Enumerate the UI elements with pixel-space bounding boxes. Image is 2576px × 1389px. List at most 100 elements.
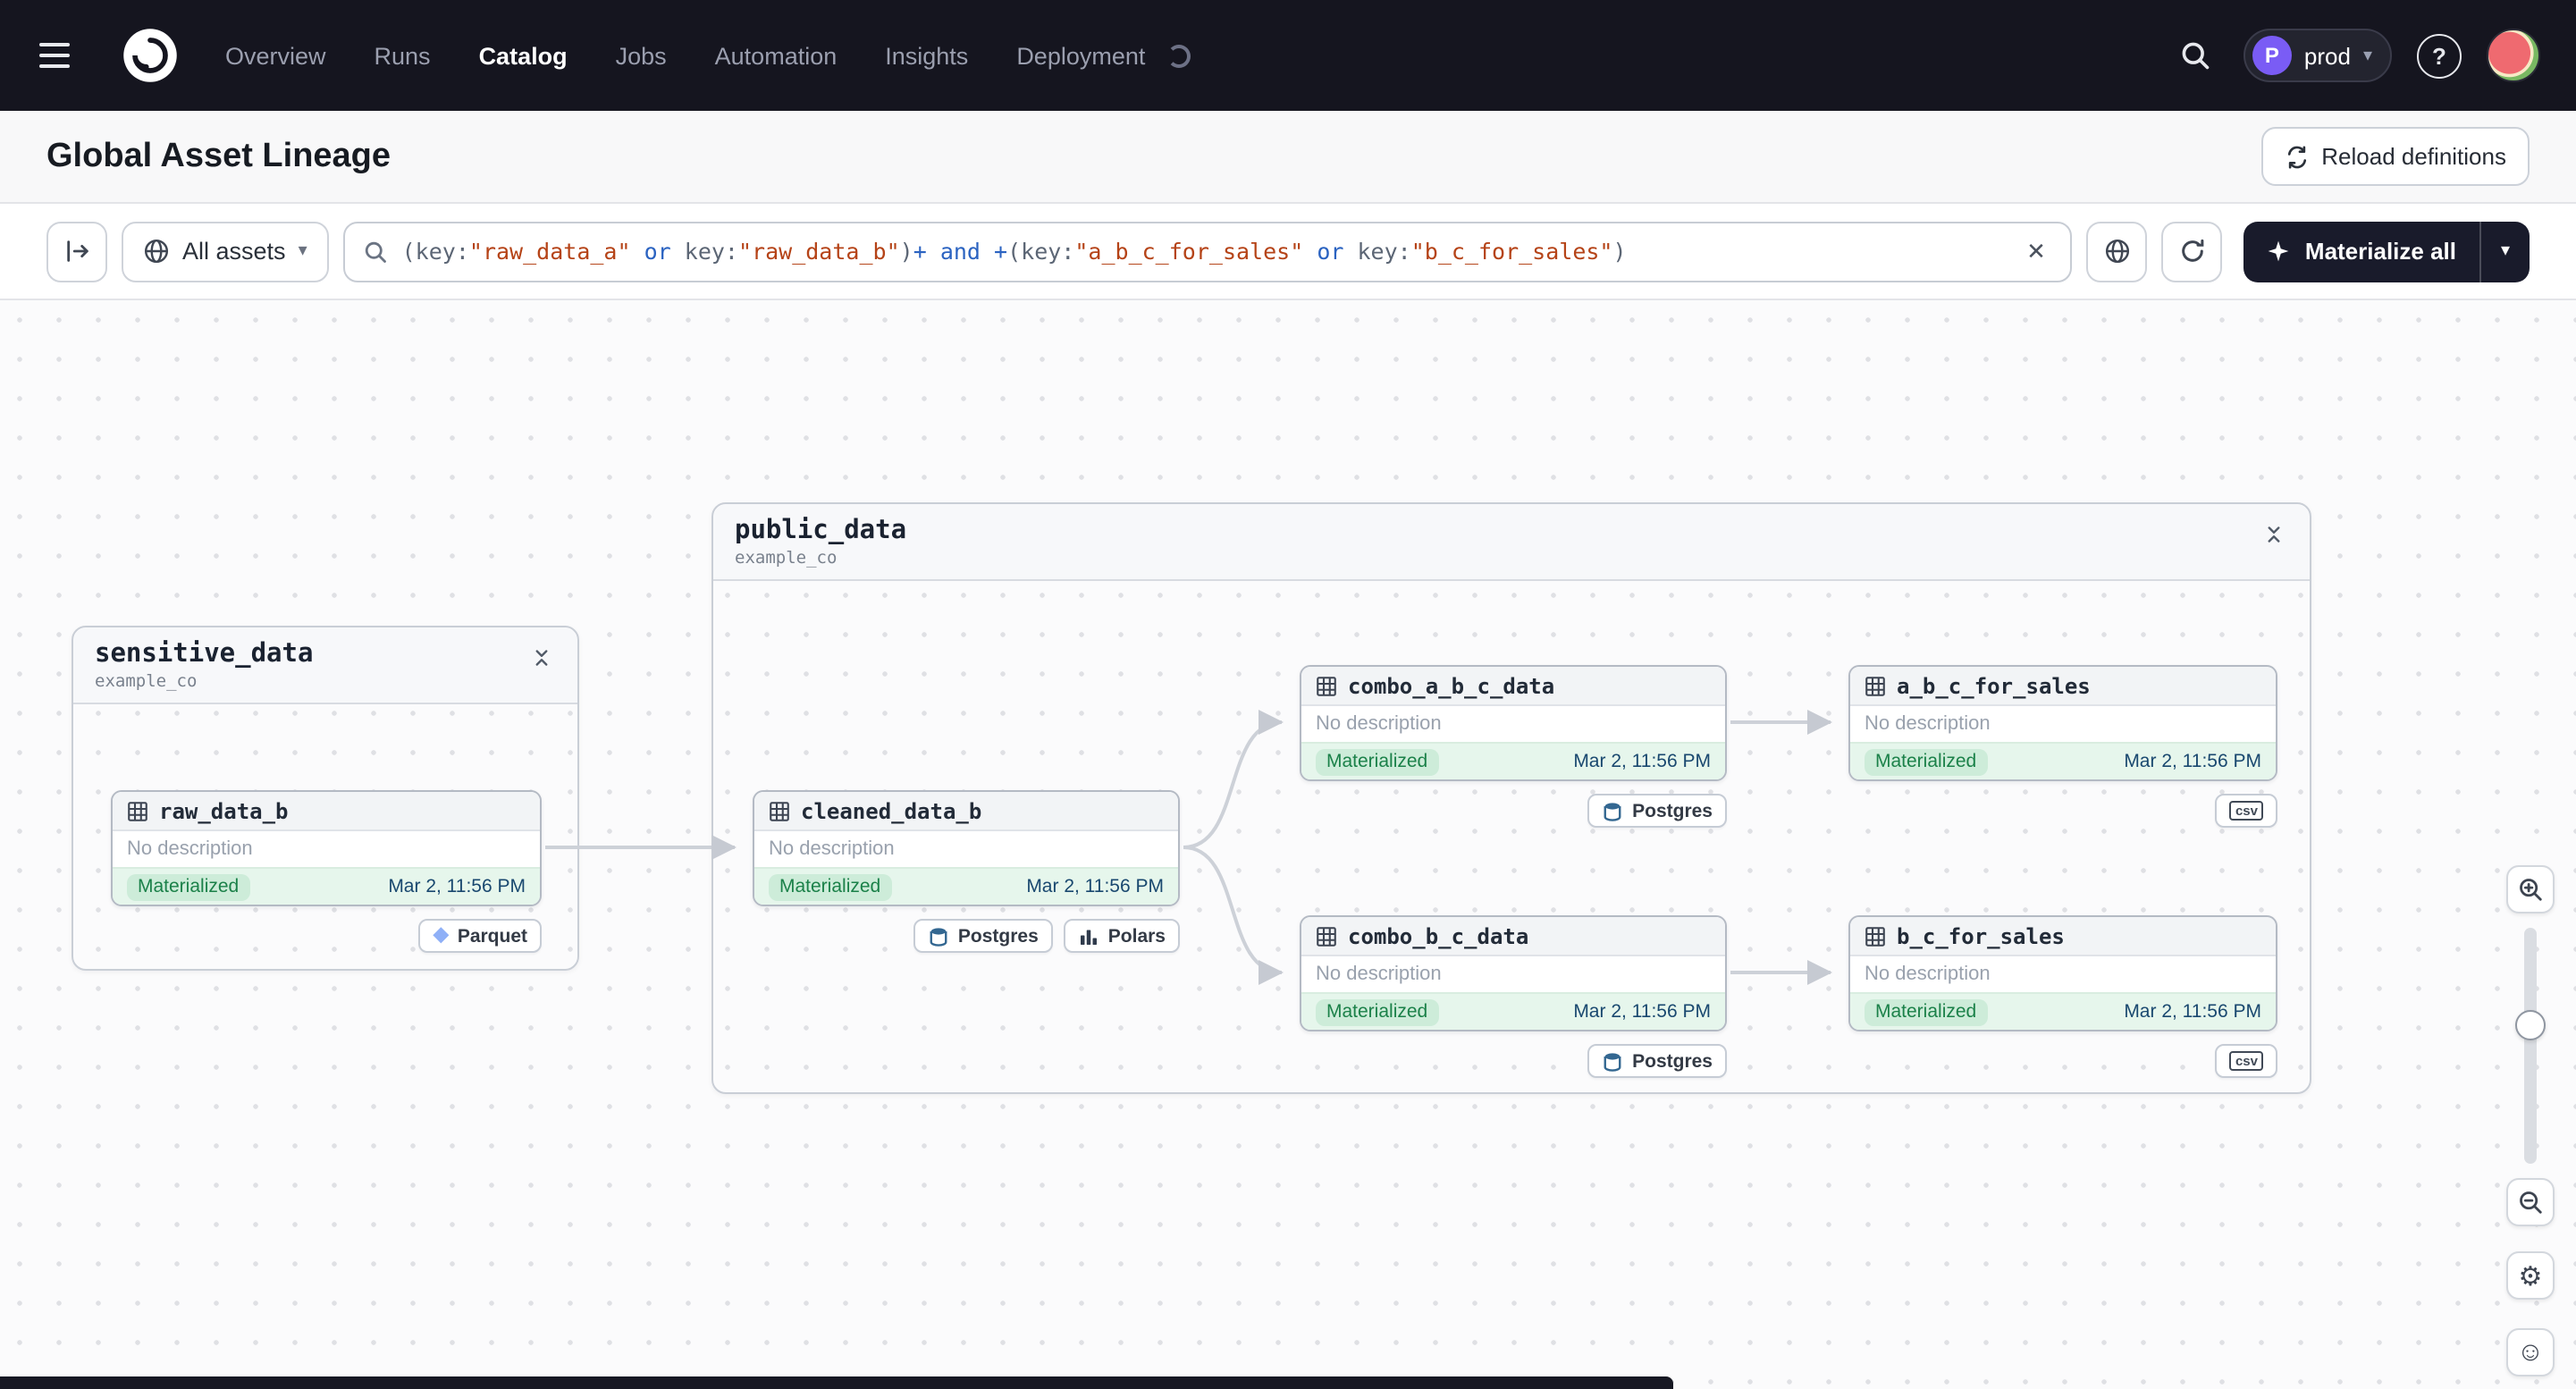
materialize-all-label: Materialize all xyxy=(2304,238,2456,265)
smiley-icon: ☺ xyxy=(2516,1337,2545,1368)
asset-node-cleaned_data_b[interactable]: cleaned_data_b No description Materialized… xyxy=(753,790,1180,906)
asset-name: combo_b_c_data xyxy=(1348,923,1529,948)
nav-item-jobs[interactable]: Jobs xyxy=(616,42,667,69)
asset-description: No description xyxy=(1316,964,1442,985)
unfold-less-icon xyxy=(2263,524,2285,551)
search-button[interactable] xyxy=(2172,32,2218,79)
asset-status-badge[interactable]: Materialized xyxy=(1865,748,1988,775)
asset-timestamp[interactable]: Mar 2, 11:56 PM xyxy=(1573,751,1711,772)
loading-spinner-icon xyxy=(1166,44,1191,67)
asset-node-b_c_for_sales[interactable]: b_c_for_sales No description Materialized M… xyxy=(1848,915,2277,1031)
nav-item-catalog[interactable]: Catalog xyxy=(479,42,568,69)
graph-query-settings-button[interactable] xyxy=(2086,221,2148,282)
zoom-slider-knob[interactable] xyxy=(2515,1010,2546,1040)
group-header[interactable]: sensitive_data example_co xyxy=(73,627,577,704)
dagster-logo-icon[interactable] xyxy=(118,23,182,88)
user-avatar[interactable] xyxy=(2487,29,2540,82)
polars-icon xyxy=(1078,925,1099,947)
query-token: and xyxy=(939,238,981,265)
deployment-initial-badge: P xyxy=(2252,36,2292,75)
tag-csv[interactable]: csv xyxy=(2215,794,2277,828)
tag-parquet[interactable]: ◆ Parquet xyxy=(418,919,542,953)
nav-item-overview[interactable]: Overview xyxy=(225,42,326,69)
tag-postgres[interactable]: Postgres xyxy=(913,919,1053,953)
help-button[interactable]: ? xyxy=(2417,33,2462,78)
asset-tags: Postgres xyxy=(1300,1044,1727,1078)
tag-polars[interactable]: Polars xyxy=(1063,919,1180,953)
group-subtitle: example_co xyxy=(95,671,198,692)
query-token: (key: xyxy=(1007,238,1075,265)
asset-status-badge[interactable]: Materialized xyxy=(769,873,892,900)
query-token: "raw_data_a" xyxy=(468,238,631,265)
asset-tags: Postgres xyxy=(1300,794,1727,828)
globe-icon xyxy=(2105,239,2129,264)
asset-name: cleaned_data_b xyxy=(801,798,982,823)
group-subtitle: example_co xyxy=(735,548,838,568)
asset-combo_b_c_data: combo_b_c_data No description Materialized… xyxy=(1300,915,1727,1078)
asset-scope-dropdown[interactable]: All assets ▾ xyxy=(122,221,329,282)
reload-definitions-label: Reload definitions xyxy=(2321,143,2506,170)
collapse-group-button[interactable] xyxy=(527,644,556,678)
query-token: ) xyxy=(899,238,913,265)
search-query: (key:"raw_data_a" or key:"raw_data_b")+ … xyxy=(402,238,2005,265)
zoom-in-button[interactable] xyxy=(2506,865,2555,913)
query-token: key: xyxy=(670,238,738,265)
asset-timestamp[interactable]: Mar 2, 11:56 PM xyxy=(2124,1001,2261,1023)
query-token xyxy=(1303,238,1317,265)
lineage-canvas[interactable]: ⚙ ☺ sensitive_data example_co public_data e… xyxy=(0,300,2576,1389)
magnifier-minus-icon xyxy=(2520,1191,2542,1214)
asset-name: raw_data_b xyxy=(159,798,289,823)
clear-search-button[interactable]: ✕ xyxy=(2019,233,2053,269)
page-header: Global Asset Lineage Reload definitions xyxy=(0,111,2576,204)
top-nav: Overview Runs Catalog Jobs Automation Insight… xyxy=(0,0,2576,111)
deployment-switcher[interactable]: P prod ▾ xyxy=(2243,29,2392,82)
asset-timestamp[interactable]: Mar 2, 11:56 PM xyxy=(1026,876,1164,897)
sparkle-icon xyxy=(2269,240,2290,262)
zoom-out-button[interactable] xyxy=(2506,1178,2555,1226)
refresh-button[interactable] xyxy=(2161,221,2223,282)
feedback-button[interactable]: ☺ xyxy=(2506,1328,2555,1376)
asset-status-badge[interactable]: Materialized xyxy=(1316,998,1439,1025)
materialize-all-button[interactable]: Materialize all xyxy=(2244,221,2479,282)
reload-definitions-button[interactable]: Reload definitions xyxy=(2260,127,2530,186)
collapse-group-button[interactable] xyxy=(2260,520,2288,554)
asset-status-badge[interactable]: Materialized xyxy=(1865,998,1988,1025)
nav-item-deployment[interactable]: Deployment xyxy=(1016,42,1145,69)
tag-csv[interactable]: csv xyxy=(2215,1044,2277,1078)
nav-right: P prod ▾ ? xyxy=(2172,29,2540,82)
asset-name: a_b_c_for_sales xyxy=(1897,673,2091,698)
asset-timestamp[interactable]: Mar 2, 11:56 PM xyxy=(388,876,526,897)
table-grid-icon xyxy=(1865,675,1886,696)
tag-label: Postgres xyxy=(957,925,1039,947)
asset-node-raw_data_b[interactable]: raw_data_b No description Materialized Mar … xyxy=(111,790,542,906)
table-grid-icon xyxy=(1316,925,1337,947)
asset-status-badge[interactable]: Materialized xyxy=(1316,748,1439,775)
nav-item-insights[interactable]: Insights xyxy=(885,42,968,69)
asset-node-a_b_c_for_sales[interactable]: a_b_c_for_sales No description Materialize… xyxy=(1848,665,2277,781)
asset-timestamp[interactable]: Mar 2, 11:56 PM xyxy=(1573,1001,1711,1023)
asset-combo_a_b_c_data: combo_a_b_c_data No description Materializ… xyxy=(1300,665,1727,828)
menu-button[interactable] xyxy=(39,36,86,75)
zoom-slider[interactable] xyxy=(2506,928,2555,1164)
asset-status-badge[interactable]: Materialized xyxy=(127,873,250,900)
materialize-options-button[interactable]: ▾ xyxy=(2479,221,2530,282)
asset-node-combo_b_c_data[interactable]: combo_b_c_data No description Materialized… xyxy=(1300,915,1727,1031)
toggle-sidebar-button[interactable] xyxy=(46,221,107,282)
asset-timestamp[interactable]: Mar 2, 11:56 PM xyxy=(2124,751,2261,772)
query-token: + xyxy=(913,238,927,265)
chevron-down-icon: ▾ xyxy=(2362,46,2372,65)
view-controls: ⚙ ☺ xyxy=(2506,865,2555,1376)
graph-display-settings-button[interactable]: ⚙ xyxy=(2506,1251,2555,1300)
asset-description: No description xyxy=(127,838,253,860)
asset-node-combo_a_b_c_data[interactable]: combo_a_b_c_data No description Materializ… xyxy=(1300,665,1727,781)
query-token: key: xyxy=(1343,238,1411,265)
materialize-split-button: Materialize all ▾ xyxy=(2243,221,2530,282)
group-header[interactable]: public_data example_co xyxy=(713,504,2310,581)
asset-search-input[interactable]: (key:"raw_data_a" or key:"raw_data_b")+ … xyxy=(342,221,2073,282)
query-token: or xyxy=(644,238,671,265)
nav-item-automation[interactable]: Automation xyxy=(715,42,838,69)
tag-postgres[interactable]: Postgres xyxy=(1587,794,1727,828)
tag-postgres[interactable]: Postgres xyxy=(1587,1044,1727,1078)
magnifier-plus-icon xyxy=(2520,879,2542,901)
nav-item-runs[interactable]: Runs xyxy=(375,42,431,69)
